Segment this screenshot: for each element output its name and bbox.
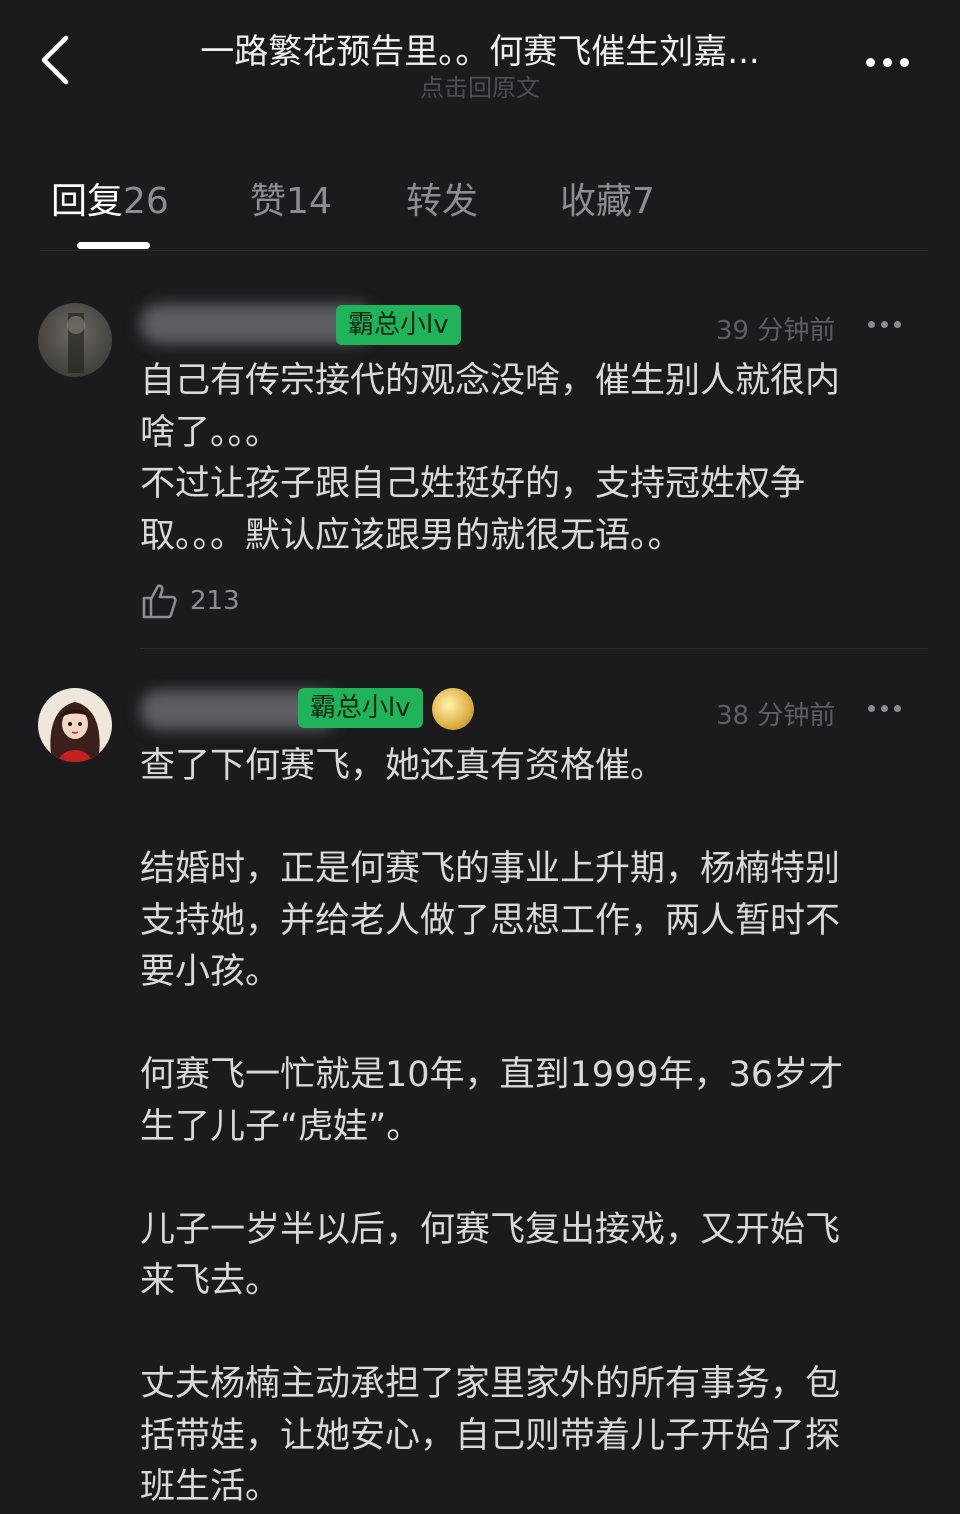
comment-text: 自己有传宗接代的观念没啥，催生别人就很内 啥了。。。 不过让孩子跟自己姓挺好的，… [140, 356, 910, 562]
more-dot-icon [868, 320, 875, 328]
thumbs-up-icon [142, 584, 177, 619]
active-tab-indicator [77, 242, 150, 249]
avatar[interactable] [38, 303, 112, 377]
comment-line: 取。。。默认应该跟男的就很无语。。 [140, 515, 683, 556]
more-dot-icon [881, 320, 888, 328]
comment-line: 支持她，并给老人做了思想工作，两人暂时不 [140, 900, 841, 941]
avatar-image [67, 313, 85, 373]
comment-line: 查了下何赛飞，她还真有资格催。 [140, 746, 666, 786]
comment-line: 丈夫杨楠主动承担了家里家外的所有事务，包 [140, 1364, 841, 1404]
comment-time: 39 分钟前 [716, 316, 836, 346]
more-dot-icon [894, 320, 901, 328]
comment-line [140, 1153, 910, 1205]
comment-time: 38 分钟前 [716, 701, 836, 731]
comment-line: 来飞去。 [140, 1261, 281, 1301]
more-dot-icon [881, 704, 888, 712]
tab-count: 14 [286, 181, 332, 222]
comment-line: 要小孩。 [140, 952, 281, 992]
tab-favorites[interactable]: 收藏7 [560, 172, 655, 224]
comment-line: 结婚时，正是何赛飞的事业上升期，杨楠特别 [140, 849, 841, 889]
more-dot-icon [866, 57, 875, 67]
like-button[interactable]: 213 [140, 582, 240, 620]
tab-reposts[interactable]: 转发 [406, 172, 478, 224]
comment-more-button[interactable] [868, 314, 908, 334]
divider [140, 648, 928, 649]
tab-count: 26 [123, 181, 169, 222]
tab-count: 7 [632, 181, 655, 222]
more-dot-icon [900, 57, 909, 67]
comment-line: 不过让孩子跟自己姓挺好的，支持冠姓权争 [140, 464, 806, 504]
comment-line: 班生活。 [140, 1467, 281, 1507]
comment-line: 生了儿子“虎娃”。 [140, 1106, 422, 1147]
avatar-image [50, 702, 100, 762]
more-dot-icon [894, 704, 901, 712]
view-original-link[interactable]: 点击回原文 [0, 68, 960, 103]
more-dot-icon [868, 704, 875, 712]
comment-more-button[interactable] [868, 698, 908, 718]
page-title: 一路繁花预告里。。何赛飞催生刘嘉... [200, 32, 760, 72]
tab-likes[interactable]: 赞14 [250, 172, 332, 224]
tab-label: 转发 [406, 181, 479, 222]
tab-bar: 回复26 赞14 转发 收藏7 [40, 150, 928, 251]
tab-label: 回复 [51, 181, 124, 222]
comment-line [140, 1308, 910, 1360]
user-badge: 霸总小lv [336, 305, 461, 345]
top-bar: 一路繁花预告里。。何赛飞催生刘嘉... 点击回原文 [0, 0, 960, 130]
tab-label: 赞 [250, 181, 287, 222]
comment-text: 查了下何赛飞，她还真有资格催。 结婚时，正是何赛飞的事业上升期，杨楠特别 支持她… [140, 741, 910, 1514]
avatar[interactable] [38, 688, 112, 762]
comment-line: 啥了。。。 [140, 412, 281, 453]
tab-label: 收藏 [560, 181, 633, 222]
medal-icon [432, 688, 474, 730]
user-badge: 霸总小lv [298, 688, 423, 728]
comment-line [140, 999, 910, 1051]
tab-replies[interactable]: 回复26 [51, 172, 169, 224]
comment-line: 括带娃，让她安心，自己则带着儿子开始了探 [140, 1415, 841, 1456]
more-dot-icon [883, 57, 892, 67]
more-options-button[interactable] [855, 42, 920, 82]
comment-line: 自己有传宗接代的观念没啥，催生别人就很内 [140, 361, 841, 401]
comment-line [140, 793, 910, 845]
comment-line: 儿子一岁半以后，何赛飞复出接戏，又开始飞 [140, 1209, 841, 1250]
comment-line: 何赛飞一忙就是10年，直到1999年，36岁才 [140, 1055, 844, 1095]
like-count: 213 [190, 586, 240, 616]
